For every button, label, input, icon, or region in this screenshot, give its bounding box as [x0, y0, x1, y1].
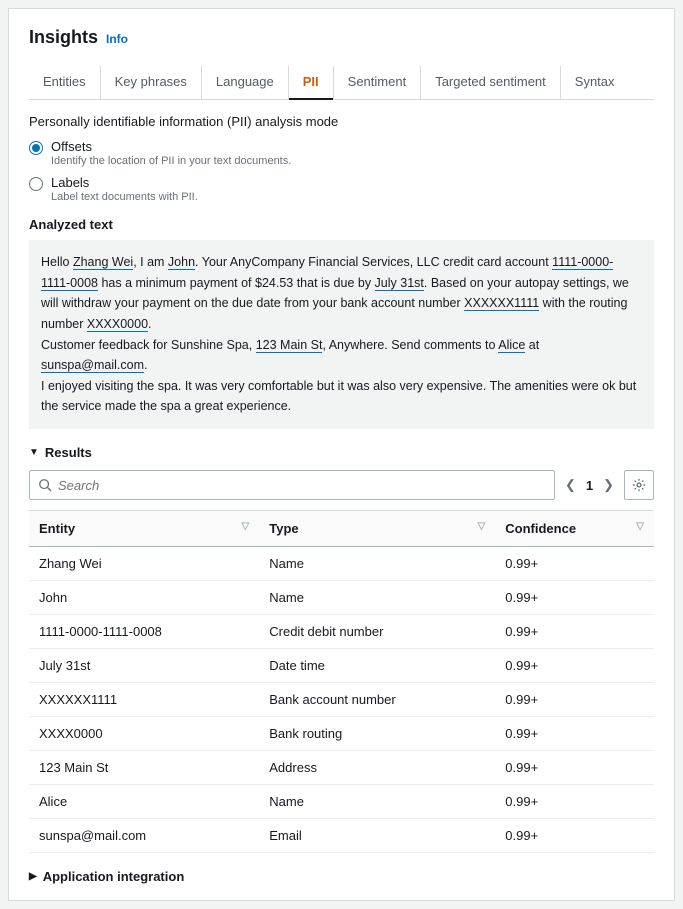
cell-entity: July 31st — [29, 649, 259, 683]
table-row: 1111-0000-1111-0008Credit debit number0.… — [29, 615, 654, 649]
tab-language[interactable]: Language — [202, 66, 289, 99]
table-row: July 31stDate time0.99+ — [29, 649, 654, 683]
app-integration-expander[interactable]: ▶ Application integration — [29, 869, 654, 884]
search-input[interactable] — [58, 478, 546, 493]
gear-icon — [632, 478, 646, 492]
results-table: Entity▽Type▽Confidence▽ Zhang WeiName0.9… — [29, 510, 654, 853]
cell-conf: 0.99+ — [495, 581, 654, 615]
cell-type: Credit debit number — [259, 615, 495, 649]
radio-title: Offsets — [51, 139, 291, 154]
page-number: 1 — [586, 478, 593, 493]
cell-type: Name — [259, 581, 495, 615]
results-title: Results — [45, 445, 92, 460]
column-header-type[interactable]: Type▽ — [259, 511, 495, 547]
table-row: AliceName0.99+ — [29, 785, 654, 819]
table-row: 123 Main StAddress0.99+ — [29, 751, 654, 785]
radio-icon — [29, 177, 43, 191]
search-field[interactable] — [29, 470, 555, 500]
cell-conf: 0.99+ — [495, 615, 654, 649]
pii-highlight: July 31st — [375, 276, 424, 291]
tab-bar: EntitiesKey phrasesLanguagePIISentimentT… — [29, 66, 654, 100]
cell-conf: 0.99+ — [495, 785, 654, 819]
pii-highlight: XXXXXX1111 — [464, 296, 539, 311]
radio-desc: Identify the location of PII in your tex… — [51, 155, 291, 167]
pii-highlight: 123 Main St — [256, 338, 323, 353]
radio-icon — [29, 141, 43, 155]
sort-icon: ▽ — [478, 521, 486, 532]
cell-type: Address — [259, 751, 495, 785]
table-row: Zhang WeiName0.99+ — [29, 547, 654, 581]
cell-type: Bank account number — [259, 683, 495, 717]
radio-title: Labels — [51, 175, 198, 190]
prev-page-icon[interactable]: ❮ — [565, 477, 576, 493]
tab-targeted-sentiment[interactable]: Targeted sentiment — [421, 66, 561, 99]
tab-key-phrases[interactable]: Key phrases — [101, 66, 202, 99]
cell-entity: 1111-0000-1111-0008 — [29, 615, 259, 649]
search-icon — [38, 478, 52, 492]
cell-entity: John — [29, 581, 259, 615]
sort-icon: ▽ — [242, 521, 250, 532]
cell-conf: 0.99+ — [495, 683, 654, 717]
panel-header: Insights Info — [29, 27, 654, 48]
insights-panel: Insights Info EntitiesKey phrasesLanguag… — [8, 8, 675, 901]
table-row: XXXXXX1111Bank account number0.99+ — [29, 683, 654, 717]
radio-group: OffsetsIdentify the location of PII in y… — [29, 139, 654, 203]
cell-entity: Alice — [29, 785, 259, 819]
tab-pii[interactable]: PII — [289, 66, 334, 99]
caret-down-icon: ▼ — [29, 447, 39, 458]
cell-type: Email — [259, 819, 495, 853]
panel-title: Insights — [29, 27, 98, 48]
cell-entity: sunspa@mail.com — [29, 819, 259, 853]
cell-conf: 0.99+ — [495, 751, 654, 785]
radio-option-offsets[interactable]: OffsetsIdentify the location of PII in y… — [29, 139, 654, 167]
caret-right-icon: ▶ — [29, 871, 37, 882]
pii-highlight: John — [168, 255, 195, 270]
tab-sentiment[interactable]: Sentiment — [334, 66, 422, 99]
sort-icon: ▽ — [636, 521, 644, 532]
table-row: XXXX0000Bank routing0.99+ — [29, 717, 654, 751]
cell-type: Bank routing — [259, 717, 495, 751]
pii-highlight: Zhang Wei — [73, 255, 133, 270]
pii-highlight: XXXX0000 — [87, 317, 148, 332]
cell-type: Date time — [259, 649, 495, 683]
cell-entity: XXXXXX1111 — [29, 683, 259, 717]
results-expander[interactable]: ▼ Results — [29, 445, 654, 460]
cell-type: Name — [259, 785, 495, 819]
column-header-entity[interactable]: Entity▽ — [29, 511, 259, 547]
cell-conf: 0.99+ — [495, 819, 654, 853]
results-toolbar: ❮ 1 ❯ — [29, 470, 654, 500]
cell-type: Name — [259, 547, 495, 581]
pii-highlight: Alice — [498, 338, 525, 353]
radio-desc: Label text documents with PII. — [51, 191, 198, 203]
mode-label: Personally identifiable information (PII… — [29, 114, 654, 129]
radio-option-labels[interactable]: LabelsLabel text documents with PII. — [29, 175, 654, 203]
cell-conf: 0.99+ — [495, 717, 654, 751]
settings-button[interactable] — [624, 470, 654, 500]
info-link[interactable]: Info — [106, 32, 128, 46]
column-header-confidence[interactable]: Confidence▽ — [495, 511, 654, 547]
table-row: sunspa@mail.comEmail0.99+ — [29, 819, 654, 853]
cell-entity: Zhang Wei — [29, 547, 259, 581]
cell-entity: XXXX0000 — [29, 717, 259, 751]
pii-highlight: sunspa@mail.com — [41, 358, 144, 373]
cell-conf: 0.99+ — [495, 547, 654, 581]
cell-conf: 0.99+ — [495, 649, 654, 683]
tab-syntax[interactable]: Syntax — [561, 66, 629, 99]
next-page-icon[interactable]: ❯ — [603, 477, 614, 493]
tab-entities[interactable]: Entities — [29, 66, 101, 99]
app-integration-label: Application integration — [43, 869, 185, 884]
cell-entity: 123 Main St — [29, 751, 259, 785]
pagination: ❮ 1 ❯ — [565, 477, 614, 493]
analyzed-text-box: Hello Zhang Wei, I am John. Your AnyComp… — [29, 240, 654, 429]
analyzed-text-heading: Analyzed text — [29, 217, 654, 232]
table-row: JohnName0.99+ — [29, 581, 654, 615]
